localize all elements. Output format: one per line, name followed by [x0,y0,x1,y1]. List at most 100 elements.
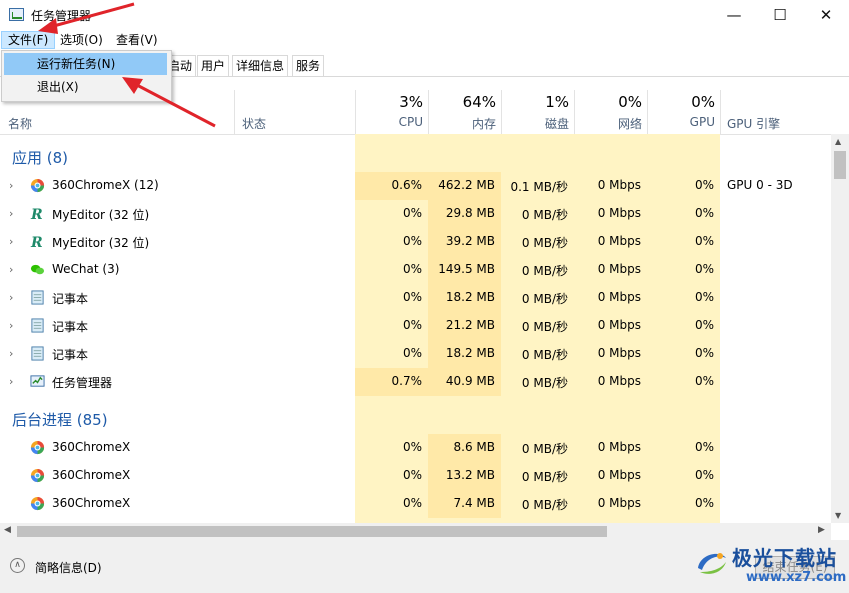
chrome360-icon [30,440,45,455]
file-menu-dropdown: 运行新任务(N) 退出(X) [1,50,172,102]
title-bar: 任务管理器 — ☐ ✕ [0,0,849,30]
cpu-value: 0% [402,318,422,332]
scroll-up-icon[interactable]: ▲ [835,137,841,146]
notepad-icon [30,346,45,361]
network-value: 0 Mbps [597,496,641,510]
network-total: 0% [618,93,642,111]
cpu-value: 0% [402,440,422,454]
menu-bar: 文件(F) 选项(O) 查看(V) [0,30,849,50]
process-row[interactable]: 360ChromeX 0% 7.4 MB 0 MB/秒 0 Mbps 0% [0,490,831,518]
cpu-value: 0.6% [391,178,423,192]
process-row[interactable]: › 记事本 0% 21.2 MB 0 MB/秒 0 Mbps 0% [0,312,831,340]
chevron-right-icon[interactable]: › [9,347,13,360]
network-value: 0 Mbps [597,262,641,276]
vertical-scrollbar[interactable]: ▲ ▼ [831,134,849,523]
menu-view[interactable]: 查看(V) [110,31,164,49]
disk-value: 0 MB/秒 [521,208,568,222]
process-row[interactable]: › 360ChromeX (12) 0.6% 462.2 MB 0.1 MB/秒 0 Mb… [0,172,831,200]
process-row[interactable]: › WeChat (3) 0% 149.5 MB 0 MB/秒 0 Mbps 0% [0,256,831,284]
chrome360-icon [30,468,45,483]
memory-value: 39.2 MB [445,234,495,248]
disk-value: 0 MB/秒 [521,348,568,362]
gpu-value: 0% [694,374,714,388]
network-value: 0 Mbps [597,234,641,248]
group-apps[interactable]: 应用 (8) [0,134,831,172]
gpu-value: 0% [694,318,714,332]
network-value: 0 Mbps [597,468,641,482]
minimize-button[interactable]: — [711,0,757,30]
chrome360-icon [30,178,45,193]
process-name: MyEditor (32 位) [52,236,150,250]
gpu-value: 0% [694,178,714,192]
menu-item-exit[interactable]: 退出(X) [4,76,167,98]
process-row[interactable]: › 记事本 0% 18.2 MB 0 MB/秒 0 Mbps 0% [0,340,831,368]
disk-value: 0 MB/秒 [521,236,568,250]
disk-value: 0 MB/秒 [521,498,568,512]
process-name: 360ChromeX [52,496,131,510]
chevron-right-icon[interactable]: › [9,235,13,248]
svg-text:R: R [30,207,43,221]
disk-value: 0 MB/秒 [521,264,568,278]
column-name[interactable]: 名称 [8,115,32,132]
network-value: 0 Mbps [597,374,641,388]
chevron-right-icon[interactable]: › [9,207,13,220]
tab-details[interactable]: 详细信息 [232,55,289,76]
myeditor-icon: R [30,206,45,223]
chevron-right-icon[interactable]: › [9,319,13,332]
process-row[interactable]: › 任务管理器 0.7% 40.9 MB 0 MB/秒 0 Mbps 0% [0,368,831,396]
gpu-value: 0% [694,290,714,304]
process-row[interactable]: › R MyEditor (32 位) 0% 39.2 MB 0 MB/秒 0 Mbps 0% [0,228,831,256]
network-value: 0 Mbps [597,206,641,220]
scroll-left-icon[interactable]: ◀ [4,525,11,535]
column-network[interactable]: 0% 网络 [574,90,648,134]
gpu-value: 0% [694,262,714,276]
memory-value: 7.4 MB [453,496,495,510]
network-value: 0 Mbps [597,440,641,454]
menu-options[interactable]: 选项(O) [54,31,109,49]
menu-file[interactable]: 文件(F) [1,31,56,49]
horizontal-scrollbar[interactable]: ◀ ▶ [0,523,831,540]
gpu-value: 0% [694,468,714,482]
menu-item-label: 运行新任务(N) [37,57,116,71]
column-status-label: 状态 [242,117,267,131]
disk-value: 0 MB/秒 [521,292,568,306]
scroll-right-icon[interactable]: ▶ [818,525,825,535]
column-gpu[interactable]: 0% GPU [647,90,721,134]
process-name: 记事本 [52,348,89,362]
network-label: 网络 [617,117,642,131]
chevron-right-icon[interactable]: › [9,263,13,276]
memory-value: 18.2 MB [445,290,495,304]
scroll-down-icon[interactable]: ▼ [835,511,841,520]
menu-item-label: 退出(X) [37,80,79,94]
cpu-total: 3% [399,93,423,111]
chevron-right-icon[interactable]: › [9,291,13,304]
disk-total: 1% [545,93,569,111]
chevron-right-icon[interactable]: › [9,375,13,388]
column-memory[interactable]: 64% 内存 [428,90,502,134]
fewer-details-link[interactable]: 简略信息(D) [35,559,102,576]
cpu-value: 0% [402,206,422,220]
column-cpu[interactable]: 3% CPU [355,90,429,134]
menu-item-run-new-task[interactable]: 运行新任务(N) [4,53,167,75]
memory-value: 21.2 MB [445,318,495,332]
close-button[interactable]: ✕ [803,0,849,30]
process-row[interactable]: 360ChromeX 0% 13.2 MB 0 MB/秒 0 Mbps 0% [0,462,831,490]
maximize-button[interactable]: ☐ [757,0,803,30]
horizontal-scroll-thumb[interactable] [17,526,607,537]
process-row[interactable]: 360ChromeX 0% 8.6 MB 0 MB/秒 0 Mbps 0% [0,434,831,462]
vertical-scroll-thumb[interactable] [834,151,846,179]
svg-text:R: R [30,235,43,249]
window-title: 任务管理器 [31,9,92,23]
chevron-right-icon[interactable]: › [9,179,13,192]
disk-value: 0 MB/秒 [521,376,568,390]
gpu-value: 0% [694,234,714,248]
group-background[interactable]: 后台进程 (85) [0,396,831,434]
chevron-up-icon[interactable]: ∧ [10,558,25,573]
disk-value: 0 MB/秒 [521,442,568,456]
tab-services[interactable]: 服务 [292,55,325,76]
gpu-engine-value: GPU 0 - 3D [727,178,793,192]
process-row[interactable]: › 记事本 0% 18.2 MB 0 MB/秒 0 Mbps 0% [0,284,831,312]
column-disk[interactable]: 1% 磁盘 [501,90,575,134]
tab-users[interactable]: 用户 [197,55,230,76]
process-row[interactable]: › R MyEditor (32 位) 0% 29.8 MB 0 MB/秒 0 Mbps 0% [0,200,831,228]
